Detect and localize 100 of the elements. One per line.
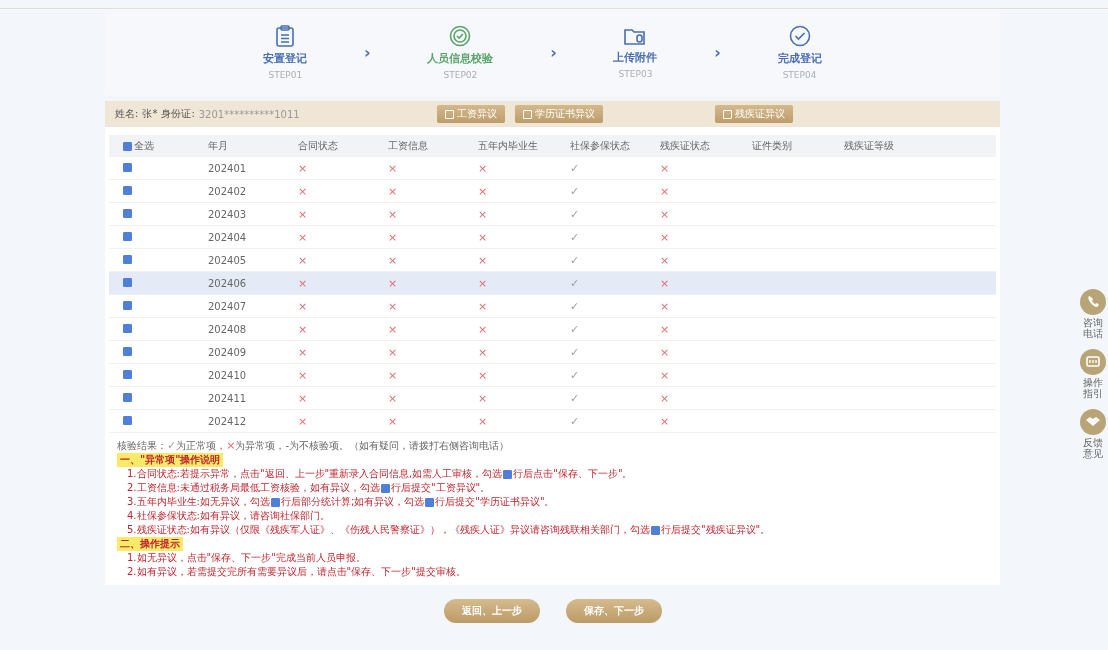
table-row[interactable]: 202406 × × × ✓ × — [109, 272, 996, 295]
instruction-text: 1.如无异议，点击"保存、下一步"完成当前人员申报。 — [127, 551, 366, 565]
table-row[interactable]: 202402 × × × ✓ × — [109, 180, 996, 203]
tool-label: 操作指引 — [1082, 377, 1104, 399]
cross-mark: × — [298, 345, 308, 359]
cross-mark: × — [478, 161, 488, 175]
checkbox-icon — [425, 497, 435, 507]
section-title: 二、操作提示 — [117, 537, 183, 551]
checkbox[interactable] — [123, 346, 132, 356]
checkbox[interactable] — [123, 231, 132, 241]
step-number: STEP01 — [268, 69, 303, 80]
cross-mark: × — [478, 368, 488, 382]
checkbox[interactable] — [123, 162, 132, 172]
cross-mark: × — [298, 253, 308, 267]
cross-mark: × — [660, 276, 670, 290]
check-mark: ✓ — [570, 414, 580, 428]
checkbox-icon — [650, 525, 660, 535]
cross-mark: × — [660, 253, 670, 267]
table-row[interactable]: 202407 × × × ✓ × — [109, 295, 996, 318]
legend-text: 为正常项， — [176, 439, 227, 453]
table-row[interactable]: 202404 × × × ✓ × — [109, 226, 996, 249]
chevron-icon: › — [550, 42, 557, 62]
checkbox[interactable] — [123, 415, 132, 425]
table-row[interactable]: 202408 × × × ✓ × — [109, 318, 996, 341]
checkbox[interactable] — [123, 392, 132, 402]
checkbox[interactable] — [123, 277, 132, 287]
check-mark: ✓ — [570, 253, 580, 267]
column-header: 五年内毕业生 — [477, 139, 539, 153]
cross-mark: × — [478, 184, 488, 198]
table-row[interactable]: 202403 × × × ✓ × — [109, 203, 996, 226]
screen-icon[interactable] — [1080, 349, 1106, 375]
step-number: STEP04 — [782, 69, 817, 80]
column-header: 残疾证状态 — [659, 139, 711, 153]
checkbox[interactable] — [123, 300, 132, 310]
instruction-text: 行后提交"学历证书异议"。 — [435, 495, 555, 509]
step-label[interactable]: 人员信息校验 — [427, 50, 494, 66]
cross-mark: × — [660, 345, 670, 359]
checkbox-icon — [503, 469, 513, 479]
table-row[interactable]: 202412 × × × ✓ × — [109, 410, 996, 433]
table-cell-text: 202412 — [207, 415, 248, 427]
cross-mark: × — [298, 299, 308, 313]
checkbox[interactable] — [123, 141, 132, 151]
checkbox[interactable] — [123, 185, 132, 195]
cross-mark: × — [660, 414, 670, 428]
legend-text: 为异常项， — [235, 439, 286, 453]
phone-icon[interactable] — [1080, 289, 1106, 315]
check-mark: ✓ — [570, 299, 580, 313]
cross-mark: × — [298, 184, 308, 198]
check-mark: ✓ — [570, 207, 580, 221]
tool-label: 反馈意见 — [1082, 437, 1104, 459]
checkbox[interactable] — [123, 369, 132, 379]
cross-mark: × — [478, 299, 488, 313]
checkbox[interactable] — [123, 208, 132, 218]
cross-mark: × — [660, 368, 670, 382]
table-row[interactable]: 202409 × × × ✓ × — [109, 341, 996, 364]
chevron-icon: › — [714, 42, 721, 62]
check-mark: ✓ — [570, 184, 580, 198]
chevron-icon: › — [364, 42, 371, 62]
checkbox-icon — [380, 483, 390, 493]
instruction-text: 行后点击"保存、下一步"。 — [513, 467, 633, 481]
checkbox[interactable] — [123, 254, 132, 264]
cross-mark: × — [298, 414, 308, 428]
cross-mark: × — [388, 391, 398, 405]
cross-mark: × — [388, 230, 398, 244]
step-number: STEP03 — [618, 68, 653, 79]
cross-mark: × — [660, 184, 670, 198]
cross-mark: × — [478, 253, 488, 267]
table-row[interactable]: 202410 × × × ✓ × — [109, 364, 996, 387]
field-label: 身份证: — [161, 107, 195, 121]
table-row[interactable]: 202411 × × × ✓ × — [109, 387, 996, 410]
cross-mark: × — [660, 322, 670, 336]
cross-mark: × — [478, 414, 488, 428]
cross-mark: × — [298, 230, 308, 244]
select-all-label[interactable]: 全选 — [134, 139, 154, 153]
cross-mark: × — [298, 161, 308, 175]
checkbox[interactable] — [123, 323, 132, 333]
step-label[interactable]: 上传附件 — [613, 49, 658, 65]
cross-mark: × — [478, 230, 488, 244]
table-cell-text: 202403 — [207, 208, 248, 220]
table-cell-text: 202409 — [207, 346, 248, 358]
field-label: 姓名: — [115, 107, 139, 121]
table-row[interactable]: 202401 × × × ✓ × — [109, 157, 996, 180]
cross-mark: × — [298, 207, 308, 221]
checkbox-icon — [270, 497, 280, 507]
clipboard-icon — [275, 24, 296, 47]
instruction-text: 2.工资信息:未通过税务局最低工资核验，如有异议，勾选 — [127, 481, 380, 495]
legend-text: 核验结果： — [117, 439, 167, 453]
column-header: 证件类别 — [751, 139, 793, 153]
check-circle-icon — [788, 24, 811, 47]
step-label[interactable]: 完成登记 — [777, 50, 822, 66]
instruction-text: 行后提交"工资异议"。 — [390, 481, 491, 495]
table-cell-text: 202407 — [207, 300, 248, 312]
step-label[interactable]: 安置登记 — [263, 50, 308, 66]
step-number: STEP02 — [443, 69, 478, 80]
cross-mark: × — [388, 414, 398, 428]
id-number: 3201**********1011 — [198, 108, 300, 120]
column-header: 残疾证等级 — [843, 139, 895, 153]
cross-mark: × — [660, 391, 670, 405]
table-cell-text: 202405 — [207, 254, 248, 266]
cross-mark: × — [298, 368, 308, 382]
